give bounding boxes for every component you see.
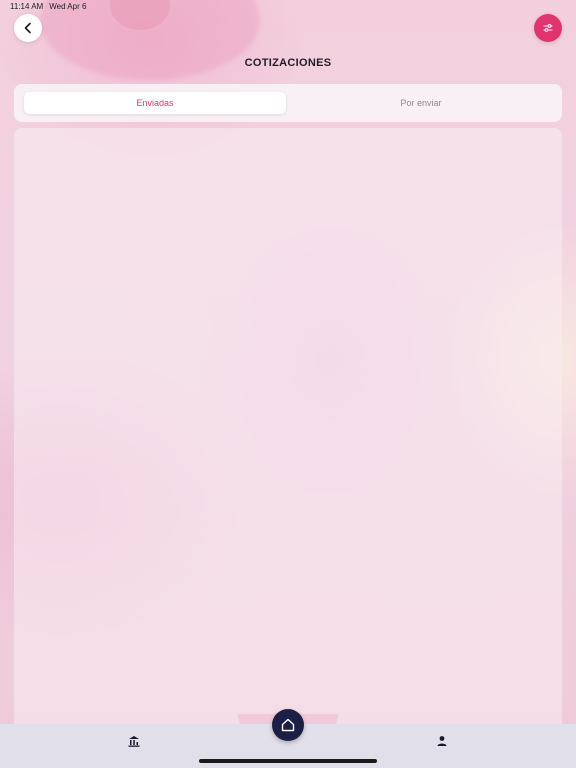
- nav-stats-button[interactable]: [124, 732, 144, 750]
- home-indicator: [199, 759, 377, 763]
- nav-home-button[interactable]: [272, 709, 304, 741]
- tab-enviadas[interactable]: Enviadas: [24, 92, 286, 114]
- quotes-list-panel: [14, 128, 562, 732]
- status-bar: 11:14 AM Wed Apr 6: [10, 2, 86, 11]
- segmented-tabs: Enviadas Por enviar: [14, 84, 562, 122]
- status-time: 11:14 AM: [10, 2, 44, 11]
- home-icon: [281, 718, 295, 732]
- person-icon: [437, 736, 447, 746]
- sliders-icon: [543, 24, 553, 32]
- status-date: Wed Apr 6: [49, 2, 87, 11]
- nav-profile-button[interactable]: [432, 732, 452, 750]
- page-title: COTIZACIONES: [244, 57, 332, 69]
- filter-button[interactable]: [534, 14, 562, 42]
- chevron-left-icon: [24, 22, 31, 34]
- tab-por-enviar[interactable]: Por enviar: [290, 92, 552, 114]
- bank-chart-icon: [128, 736, 140, 747]
- back-button[interactable]: [14, 14, 42, 42]
